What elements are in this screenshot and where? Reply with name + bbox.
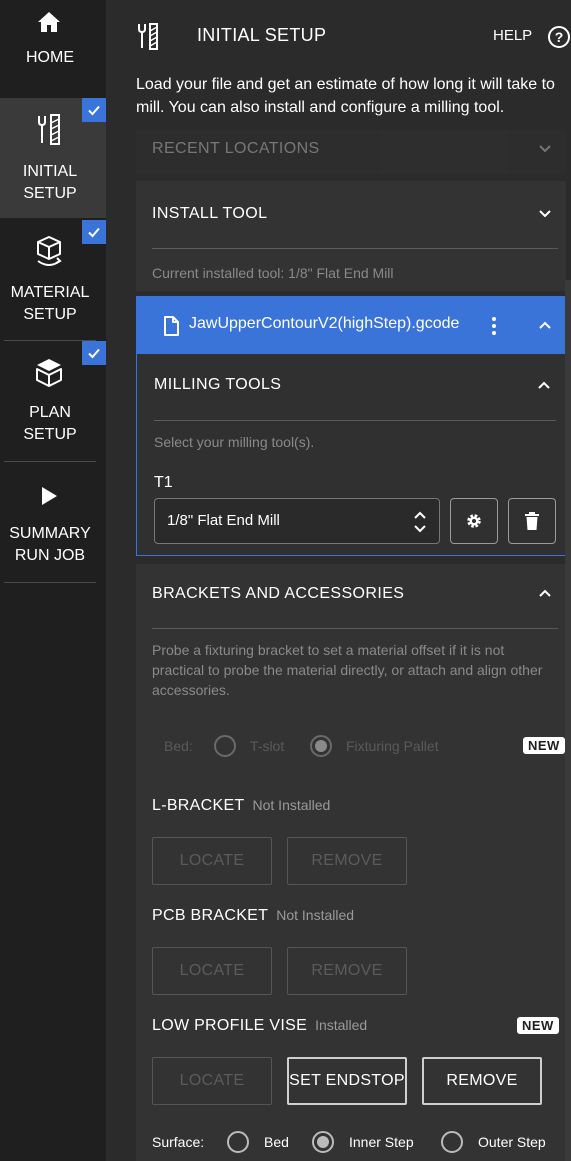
sidebar-item-label: INITIAL SETUP: [22, 163, 78, 202]
sidebar-item-material-setup[interactable]: MATERIAL SETUP: [0, 220, 106, 340]
more-options-icon[interactable]: [487, 315, 501, 342]
tool-select-value: 1/8" Flat End Mill: [167, 512, 280, 529]
vise-status: Installed: [315, 1017, 368, 1033]
surface-bed-radio[interactable]: [227, 1131, 249, 1153]
vise-remove-button[interactable]: REMOVE: [422, 1057, 542, 1105]
chevron-down-icon[interactable]: [538, 207, 552, 221]
l-bracket-name: L-BRACKET: [152, 797, 245, 814]
vise-locate-button[interactable]: LOCATE: [152, 1057, 272, 1105]
milling-tool-icon: [136, 22, 160, 57]
recent-locations-card[interactable]: RECENT LOCATIONS: [136, 130, 566, 174]
install-tool-title[interactable]: INSTALL TOOL: [152, 205, 267, 223]
file-icon: [163, 316, 179, 341]
surface-outer-step-radio[interactable]: [441, 1131, 463, 1153]
milling-tools-title[interactable]: MILLING TOOLS: [154, 376, 281, 394]
brackets-title[interactable]: BRACKETS AND ACCESSORIES: [152, 585, 404, 603]
vise-name: LOW PROFILE VISE: [152, 1017, 308, 1034]
sidebar-item-initial-setup[interactable]: INITIAL SETUP: [0, 98, 106, 218]
chevron-up-down-icon: [414, 511, 426, 533]
page-title: INITIAL SETUP: [197, 25, 327, 45]
play-icon: [33, 480, 65, 512]
chevron-up-icon[interactable]: [537, 378, 551, 392]
milling-tools-card: MILLING TOOLS Select your milling tool(s…: [136, 354, 571, 556]
sidebar-item-label: PLAN SETUP: [23, 404, 77, 443]
intro-text: Load your file and get an estimate of ho…: [136, 76, 555, 116]
bed-tslot-radio[interactable]: [214, 735, 236, 757]
pcb-bracket-name: PCB BRACKET: [152, 907, 269, 924]
l-bracket-title: L-BRACKET Not Installed: [152, 797, 330, 815]
check-icon: [82, 220, 106, 244]
sidebar-divider: [4, 461, 96, 462]
delete-tool-button[interactable]: [508, 498, 556, 544]
sidebar-divider: [4, 340, 96, 341]
main-panel: INITIAL SETUP HELP ? Load your file and …: [106, 0, 571, 1161]
brackets-card: BRACKETS AND ACCESSORIES Probe a fixturi…: [136, 564, 566, 1161]
surface-option-label: Bed: [264, 1134, 289, 1150]
bed-pallet-radio[interactable]: [310, 735, 332, 757]
check-icon: [82, 98, 106, 122]
sidebar-item-plan-setup[interactable]: PLAN SETUP: [0, 341, 106, 461]
chevron-up-icon[interactable]: [538, 586, 552, 600]
bed-option-label: T-slot: [250, 738, 285, 754]
divider: [152, 628, 558, 629]
new-badge: NEW: [523, 737, 565, 754]
l-bracket-remove-button[interactable]: REMOVE: [287, 837, 407, 885]
cube-rotate-icon: [33, 236, 65, 268]
sidebar-item-label: SUMMARY RUN JOB: [9, 525, 91, 564]
sidebar-item-label: MATERIAL SETUP: [10, 284, 90, 323]
surface-label: Surface:: [152, 1134, 205, 1150]
sidebar-item-summary-run-job[interactable]: SUMMARY RUN JOB: [0, 462, 106, 582]
sidebar: HOME INITIAL SETUP MATERIAL SETUP PLAN S…: [0, 0, 106, 1161]
pcb-bracket-locate-button[interactable]: LOCATE: [152, 947, 272, 995]
gear-icon: [467, 514, 481, 528]
scrollbar[interactable]: [565, 280, 571, 1161]
bed-label: Bed:: [164, 738, 193, 754]
trash-icon: [525, 512, 539, 530]
help-icon[interactable]: ?: [548, 26, 570, 48]
help-link[interactable]: HELP: [493, 27, 532, 44]
divider: [154, 420, 556, 421]
set-endstop-button[interactable]: SET ENDSTOP: [287, 1057, 407, 1105]
surface-inner-step-radio[interactable]: [312, 1131, 334, 1153]
sidebar-divider: [4, 582, 96, 583]
chevron-down-icon: [539, 145, 551, 153]
current-tool-text: Current installed tool: 1/8" Flat End Mi…: [152, 265, 394, 281]
l-bracket-locate-button[interactable]: LOCATE: [152, 837, 272, 885]
recent-locations-title: RECENT LOCATIONS: [152, 140, 320, 157]
pcb-bracket-status: Not Installed: [276, 907, 355, 923]
milling-tool-icon: [33, 114, 65, 146]
pcb-bracket-remove-button[interactable]: REMOVE: [287, 947, 407, 995]
chevron-up-icon[interactable]: [538, 318, 552, 332]
surface-option-label: Inner Step: [349, 1134, 414, 1150]
sidebar-item-label: HOME: [26, 49, 74, 66]
pcb-bracket-title: PCB BRACKET Not Installed: [152, 907, 354, 925]
vise-title: LOW PROFILE VISE Installed: [152, 1017, 367, 1035]
sidebar-item-home[interactable]: HOME: [0, 0, 106, 98]
divider: [152, 248, 558, 249]
check-icon: [82, 341, 106, 365]
l-bracket-status: Not Installed: [252, 797, 331, 813]
bed-option-label: Fixturing Pallet: [346, 738, 439, 754]
home-icon: [33, 6, 65, 38]
file-name: JawUpperContourV2(highStep).gcode: [189, 315, 460, 332]
new-badge: NEW: [517, 1017, 559, 1034]
brackets-description: Probe a fixturing bracket to set a mater…: [152, 642, 543, 698]
milling-hint: Select your milling tool(s).: [154, 434, 315, 450]
file-header[interactable]: JawUpperContourV2(highStep).gcode: [136, 296, 571, 354]
tool-select[interactable]: 1/8" Flat End Mill: [154, 498, 440, 544]
surface-option-label: Outer Step: [478, 1134, 546, 1150]
tool-settings-button[interactable]: [450, 498, 498, 544]
tool-slot-label: T1: [154, 474, 173, 491]
box-open-icon: [33, 357, 65, 389]
install-tool-card: INSTALL TOOL Current installed tool: 1/8…: [136, 181, 566, 291]
